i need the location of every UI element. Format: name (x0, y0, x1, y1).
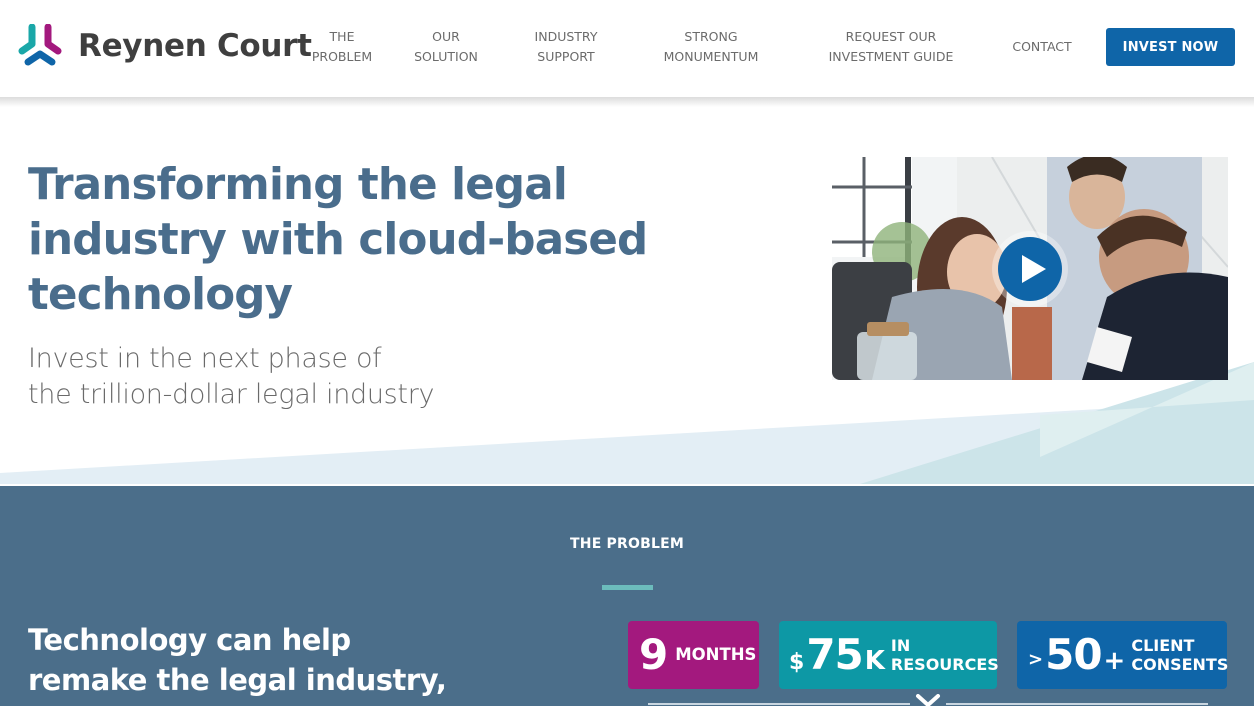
stat-card-resources: $ 75 K IN RESOURCES (779, 621, 999, 689)
nav-label: MONUMENTUM (663, 49, 759, 64)
stat-suffix: K (864, 646, 885, 676)
site-header: Reynen Court THE PROBLEM OUR SOLUTION IN… (0, 0, 1254, 97)
nav-industry-support[interactable]: INDUSTRY SUPPORT (526, 27, 606, 67)
stat-label-line: RESOURCES (890, 655, 999, 674)
nav-our-solution[interactable]: OUR SOLUTION (406, 27, 486, 67)
stat-prefix: $ (789, 649, 805, 675)
stat-label-line: CONSENTS (1131, 655, 1229, 674)
stat-card-months: 9 MONTHS (628, 621, 759, 689)
section-label: THE PROBLEM (570, 536, 684, 552)
section-accent-rule (602, 585, 653, 590)
stat-value: 75 (806, 630, 863, 679)
play-icon (1022, 255, 1046, 283)
video-thumbnail[interactable] (832, 157, 1228, 380)
stat-label-line: CLIENT (1131, 636, 1195, 655)
stat-label-line: IN (890, 636, 911, 655)
stat-label: CLIENT CONSENTS (1131, 636, 1228, 674)
logo[interactable]: Reynen Court (18, 24, 312, 68)
logo-icon (18, 24, 62, 66)
problem-heading-line: Technology can help (28, 623, 351, 657)
nav-label: SUPPORT (537, 49, 595, 64)
nav-label: INVESTMENT GUIDE (828, 49, 954, 64)
nav-strong-momentum[interactable]: STRONG MONUMENTUM (656, 27, 766, 67)
nav-label: STRONG (684, 29, 738, 44)
chevron-down-icon[interactable] (915, 694, 941, 706)
brand-name: Reynen Court (78, 28, 312, 64)
nav-label: INDUSTRY (534, 29, 598, 44)
problem-heading: Technology can help remake the legal ind… (28, 620, 548, 700)
stat-card-consents: > 50 + CLIENT CONSENTS (1017, 621, 1228, 689)
play-button[interactable] (998, 237, 1062, 301)
stat-label: IN RESOURCES (891, 636, 999, 674)
divider-right (946, 703, 1208, 705)
header-shadow (0, 97, 1254, 107)
stat-value: 9 (639, 630, 668, 679)
problem-section: THE PROBLEM Technology can help remake t… (0, 484, 1254, 706)
stat-label: MONTHS (675, 645, 757, 664)
nav-label: OUR (432, 29, 460, 44)
nav-contact[interactable]: CONTACT (1004, 37, 1080, 57)
nav-label: REQUEST OUR (845, 29, 937, 44)
nav-label: THE (329, 29, 355, 44)
hero-subtitle-line: Invest in the next phase of (28, 343, 382, 374)
divider-left (648, 703, 910, 705)
page: Reynen Court THE PROBLEM OUR SOLUTION IN… (0, 0, 1254, 706)
nav-investment-guide[interactable]: REQUEST OUR INVESTMENT GUIDE (822, 27, 960, 67)
stat-value: 50 (1045, 630, 1102, 679)
stat-prefix: > (1028, 648, 1044, 670)
invest-now-button[interactable]: INVEST NOW (1106, 28, 1235, 66)
hero-subtitle: Invest in the next phase of the trillion… (28, 341, 548, 413)
nav-label: CONTACT (1012, 39, 1072, 54)
nav-label: SOLUTION (414, 49, 478, 64)
nav-label: PROBLEM (311, 49, 373, 64)
stat-suffix: + (1103, 646, 1126, 676)
nav-the-problem[interactable]: THE PROBLEM (306, 27, 378, 67)
problem-heading-line: remake the legal industry, (28, 663, 447, 697)
hero-subtitle-line: the trillion-dollar legal industry (28, 379, 435, 410)
hero-title: Transforming the legal industry with clo… (28, 160, 648, 320)
